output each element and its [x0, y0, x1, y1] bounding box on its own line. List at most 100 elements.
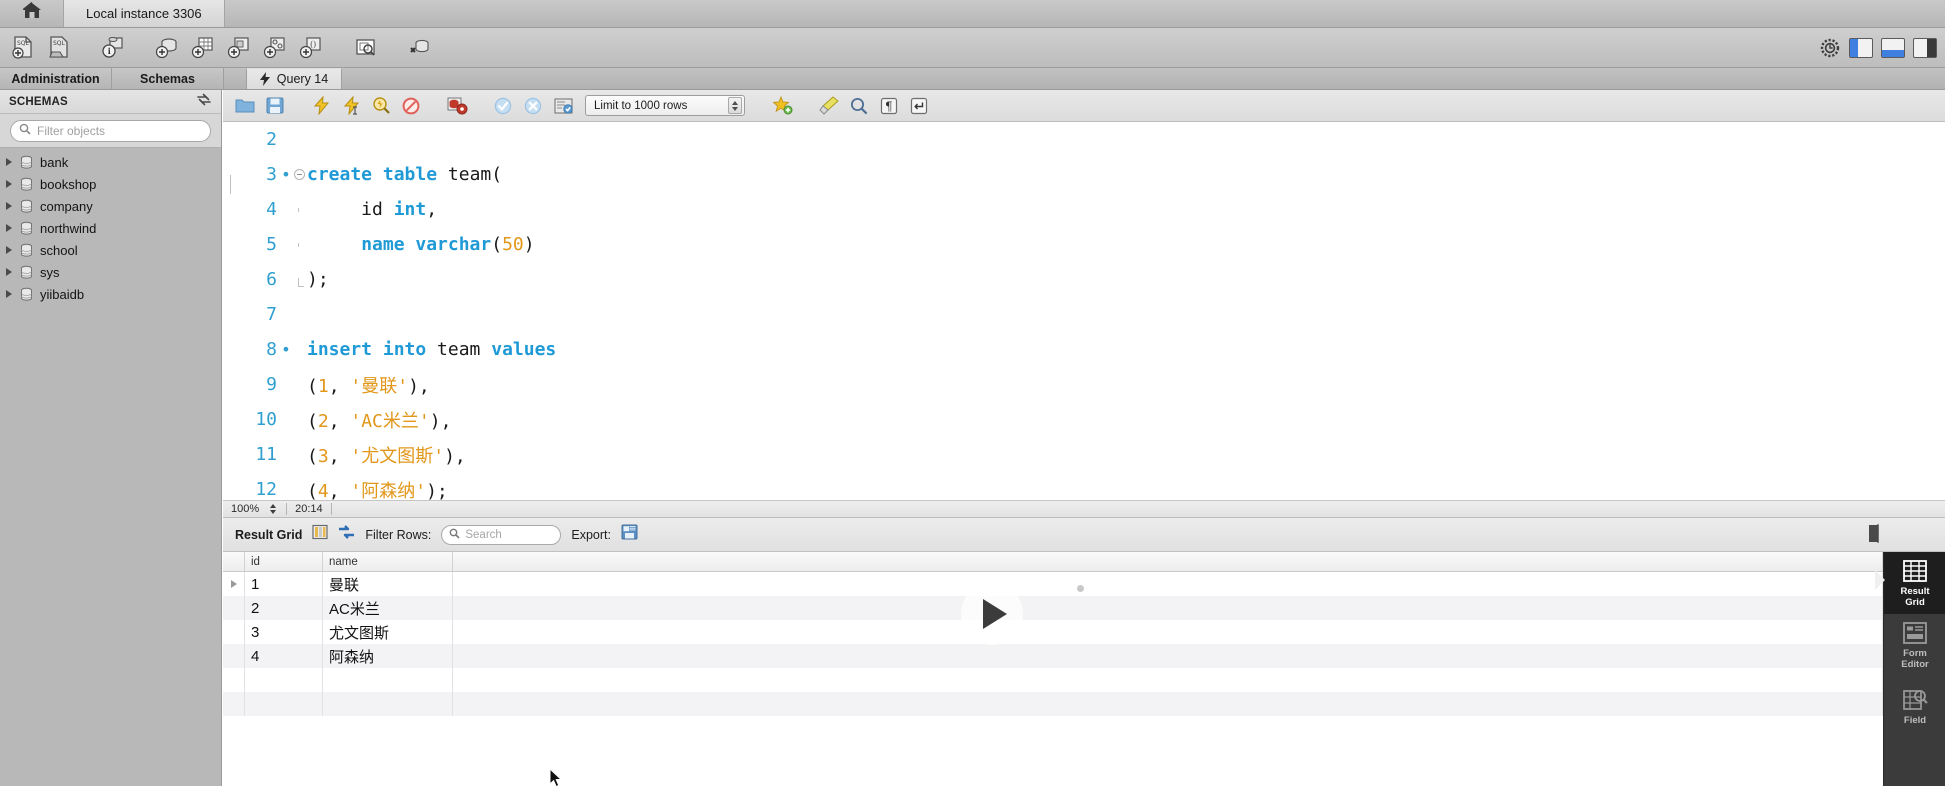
toggle-sidebar-button[interactable]	[1849, 38, 1873, 58]
execute-current-button[interactable]	[337, 93, 365, 119]
result-grid-tab[interactable]: Result Grid	[1875, 552, 1945, 614]
sidebar-item-yiibaidb[interactable]: yiibaidb	[0, 283, 221, 305]
statement-marker-icon[interactable]: •	[281, 340, 291, 359]
open-script-button[interactable]	[231, 93, 259, 119]
code-line[interactable]: 8 • insert into team values	[223, 332, 1945, 367]
code-line[interactable]: 10 (2, 'AC米兰'),	[223, 402, 1945, 437]
export-icon[interactable]	[621, 524, 638, 545]
cell-name[interactable]: 尤文图斯	[323, 620, 453, 644]
search-data-button[interactable]	[348, 32, 382, 64]
create-procedure-button[interactable]	[258, 32, 292, 64]
cell-id[interactable]: 4	[245, 644, 323, 668]
limit-rows-select[interactable]: Limit to 1000 rows	[585, 95, 745, 116]
code-line[interactable]: 11 (3, '尤文图斯'),	[223, 437, 1945, 472]
chevron-right-icon[interactable]	[6, 180, 12, 188]
toggle-secondary-sidebar-button[interactable]	[1913, 38, 1937, 58]
toggle-invisible-chars-button[interactable]: ¶	[875, 93, 903, 119]
wrap-cell-icon[interactable]	[338, 524, 355, 545]
toggle-output-panel-button[interactable]	[1881, 38, 1905, 58]
tab-schemas[interactable]: Schemas	[112, 68, 224, 89]
cell-name[interactable]: 曼联	[323, 572, 453, 596]
find-button[interactable]	[845, 93, 873, 119]
code-line[interactable]: 12 (4, '阿森纳');	[223, 472, 1945, 500]
commit-button[interactable]	[489, 93, 517, 119]
column-header-id[interactable]: id	[245, 552, 323, 571]
column-header-name[interactable]: name	[323, 552, 453, 571]
cell-id[interactable]: 3	[245, 620, 323, 644]
field-types-tab[interactable]: Field	[1884, 676, 1945, 738]
sidebar-item-company[interactable]: company	[0, 195, 221, 217]
rollback-button[interactable]	[519, 93, 547, 119]
tab-administration[interactable]: Administration	[0, 68, 112, 89]
cell-name[interactable]: 阿森纳	[323, 644, 453, 668]
code-line[interactable]: 7	[223, 297, 1945, 332]
cell-name[interactable]	[323, 692, 453, 716]
stop-query-button[interactable]	[397, 93, 425, 119]
table-row[interactable]: 2 AC米兰	[223, 596, 1883, 620]
code-line[interactable]: 3 • create table team(	[223, 157, 1945, 194]
cell-id[interactable]	[245, 692, 323, 716]
sidebar-item-bank[interactable]: bank	[0, 151, 221, 173]
form-editor-tab[interactable]: Form Editor	[1884, 614, 1945, 676]
sidebar-item-sys[interactable]: sys	[0, 261, 221, 283]
code-line[interactable]: 5 name varchar(50)	[223, 227, 1945, 262]
statement-marker-icon[interactable]: •	[281, 165, 291, 184]
chevron-right-icon[interactable]	[6, 290, 12, 298]
grid-view-icon[interactable]	[312, 524, 328, 545]
autocommit-toggle-button[interactable]	[549, 93, 577, 119]
filter-objects-input[interactable]	[37, 123, 202, 138]
cell-name[interactable]	[323, 668, 453, 692]
sidebar-item-northwind[interactable]: northwind	[0, 217, 221, 239]
new-sql-tab-button[interactable]: SQL	[6, 32, 40, 64]
code-line[interactable]: 2	[223, 122, 1945, 157]
create-table-button[interactable]	[186, 32, 220, 64]
chevron-right-icon[interactable]	[6, 224, 12, 232]
play-button-overlay[interactable]	[961, 583, 1023, 645]
explain-query-button[interactable]	[367, 93, 395, 119]
open-sql-script-button[interactable]: SQL	[42, 32, 76, 64]
reconnect-server-button[interactable]	[402, 32, 436, 64]
table-row[interactable]: 1 曼联	[223, 572, 1883, 596]
chevron-right-icon[interactable]	[6, 202, 12, 210]
cell-id[interactable]	[245, 668, 323, 692]
beautify-sql-button[interactable]	[815, 93, 843, 119]
create-schema-button[interactable]	[150, 32, 184, 64]
limit-rows-stepper[interactable]	[728, 97, 742, 114]
code-line[interactable]: 6);	[223, 262, 1945, 297]
create-view-button[interactable]	[222, 32, 256, 64]
filter-rows-box[interactable]	[441, 524, 620, 545]
result-grid-table[interactable]: id name 1 曼联 2 AC米兰 3 尤文图斯 4 阿森纳	[223, 552, 1883, 786]
server-status-button[interactable]: i	[96, 32, 130, 64]
filter-objects-box[interactable]	[10, 119, 211, 142]
chevron-right-icon[interactable]	[6, 246, 12, 254]
toggle-stop-on-error-button[interactable]	[443, 93, 471, 119]
sidebar-item-bookshop[interactable]: bookshop	[0, 173, 221, 195]
table-row[interactable]: 4 阿森纳	[223, 644, 1883, 668]
save-script-button[interactable]	[261, 93, 289, 119]
sidebar-item-label: company	[40, 198, 93, 214]
zoom-stepper[interactable]	[267, 502, 278, 516]
code-line[interactable]: 4 id int,	[223, 192, 1945, 227]
fold-marker-icon[interactable]	[230, 169, 307, 194]
sidebar-item-school[interactable]: school	[0, 239, 221, 261]
chevron-right-icon[interactable]	[6, 158, 12, 166]
save-snippet-button[interactable]	[769, 93, 797, 119]
code-line[interactable]: 9 (1, '曼联'),	[223, 367, 1945, 402]
table-row-empty[interactable]	[223, 668, 1883, 692]
chevron-right-icon[interactable]	[6, 268, 12, 276]
toggle-word-wrap-button[interactable]	[905, 93, 933, 119]
cell-name[interactable]: AC米兰	[323, 596, 453, 620]
instance-tab[interactable]: Local instance 3306	[64, 0, 225, 27]
cell-id[interactable]: 2	[245, 596, 323, 620]
settings-button[interactable]	[1819, 37, 1841, 59]
refresh-icon[interactable]	[197, 93, 211, 111]
toggle-result-panel-button[interactable]	[1869, 524, 1879, 543]
sql-code-editor[interactable]: 2 3 • create table team(4 id int, 5 name var…	[223, 122, 1945, 500]
create-function-button[interactable]: ()	[294, 32, 328, 64]
table-row-empty[interactable]	[223, 692, 1883, 716]
table-row[interactable]: 3 尤文图斯	[223, 620, 1883, 644]
cell-id[interactable]: 1	[245, 572, 323, 596]
execute-all-button[interactable]	[307, 93, 335, 119]
home-tab-button[interactable]	[0, 0, 64, 27]
tab-query-14[interactable]: Query 14	[246, 68, 342, 89]
